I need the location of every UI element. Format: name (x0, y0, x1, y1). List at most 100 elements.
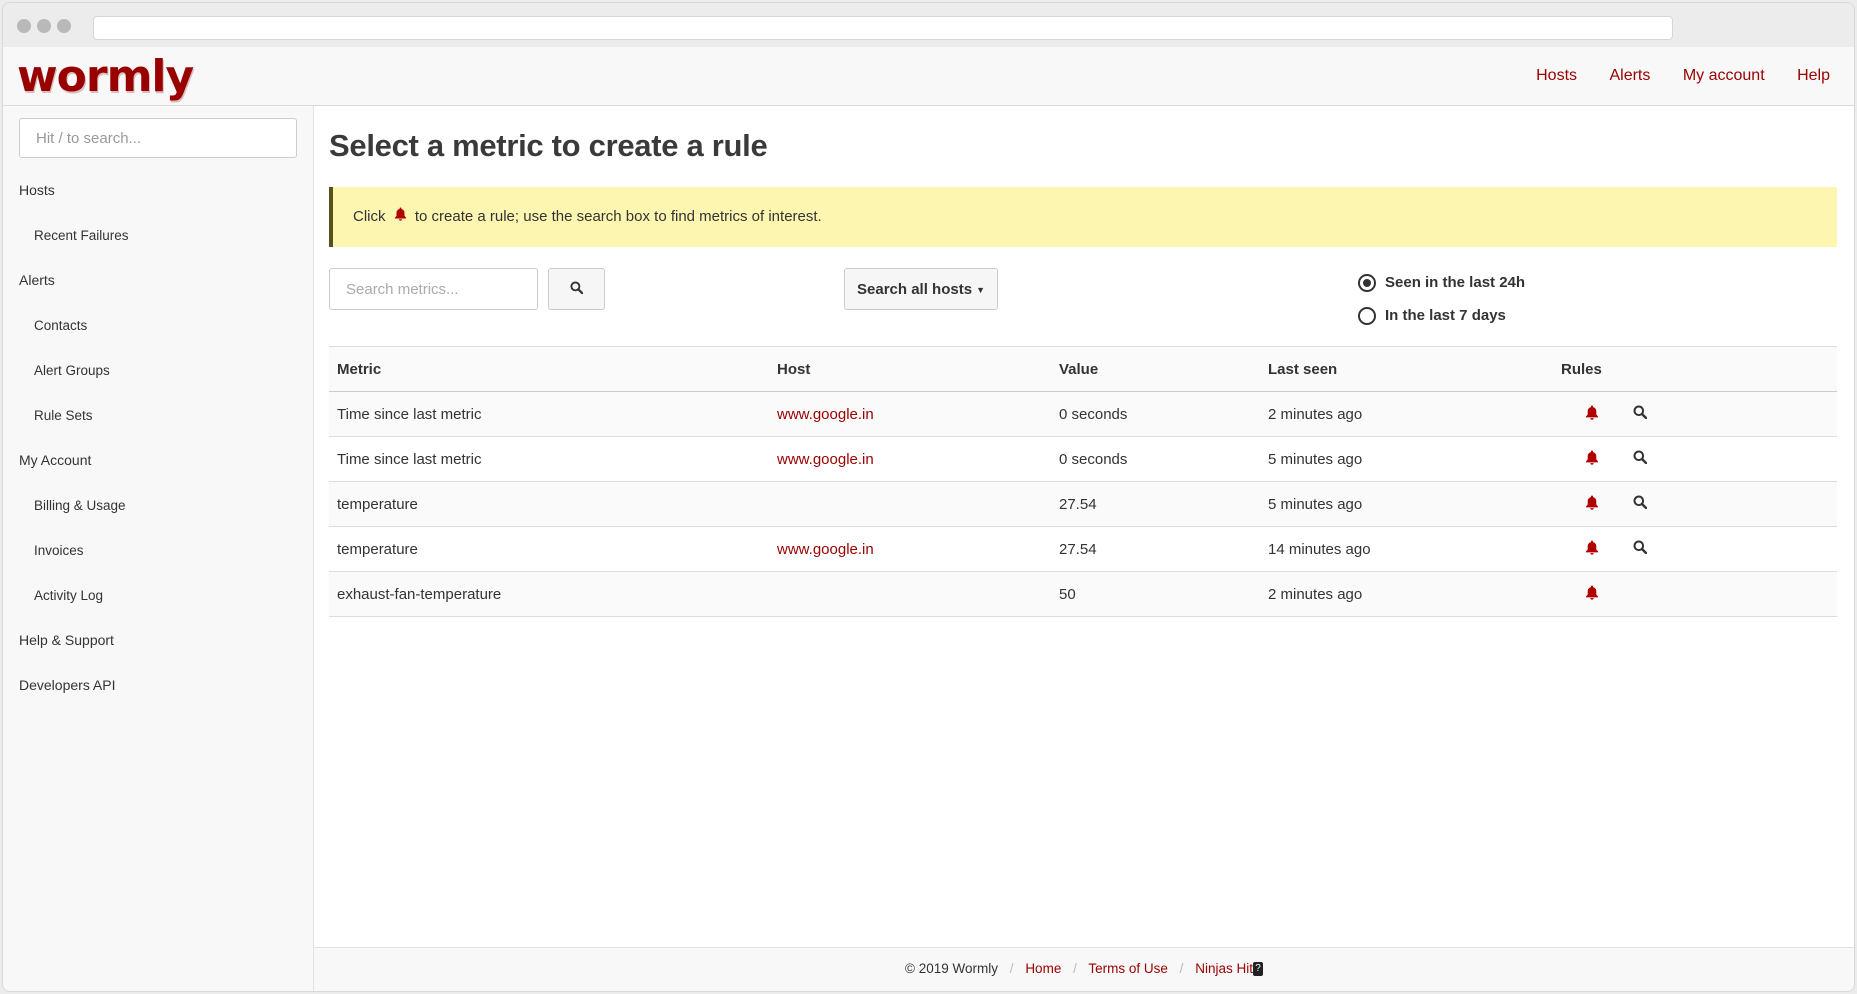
sidebar-item-rule-sets[interactable]: Rule Sets (3, 393, 313, 438)
col-last-seen-header: Last seen (1260, 346, 1553, 392)
host-link[interactable]: www.google.in (777, 406, 874, 423)
info-notice: Click to create a rule; use the search b… (329, 187, 1837, 247)
hosts-dropdown-label: Search all hosts (857, 280, 973, 298)
rules-cell (1553, 571, 1837, 617)
value-cell: 27.54 (1051, 481, 1260, 527)
radio-label: In the last 7 days (1385, 307, 1506, 324)
metric-search-input[interactable] (329, 268, 538, 310)
footer-home-link[interactable]: Home (1025, 961, 1061, 976)
value-cell: 50 (1051, 571, 1260, 617)
create-rule-bell-icon[interactable] (1585, 540, 1599, 559)
page-title: Select a metric to create a rule (329, 128, 768, 163)
wormly-logo[interactable]: wormly (17, 51, 194, 102)
create-rule-bell-icon[interactable] (1585, 450, 1599, 469)
sidebar-search-input[interactable] (19, 118, 297, 158)
table-header-row: Metric Host Value Last seen Rules (329, 346, 1837, 392)
host-cell: www.google.in (769, 391, 1051, 437)
footer-separator: / (1073, 961, 1077, 976)
footer-separator: / (1179, 961, 1184, 976)
search-all-hosts-dropdown[interactable]: Search all hosts ▼ (844, 268, 998, 310)
table-row: Time since last metric www.google.in 0 sec… (329, 391, 1837, 437)
rules-cell (1553, 436, 1837, 482)
footer-copyright: © 2019 Wormly (905, 961, 999, 976)
host-link[interactable]: www.google.in (777, 451, 874, 468)
browser-chrome (3, 3, 1854, 47)
host-cell: www.google.in (769, 526, 1051, 572)
radio-last-7-days[interactable]: In the last 7 days (1358, 299, 1525, 332)
host-cell (769, 481, 1051, 527)
nav-hosts-link[interactable]: Hosts (1536, 67, 1577, 84)
create-rule-bell-icon[interactable] (1585, 495, 1599, 514)
create-rule-bell-icon[interactable] (1585, 585, 1599, 604)
notice-text-after: to create a rule; use the search box to … (414, 208, 822, 225)
footer-ninjas-label: Ninjas Hit (1195, 961, 1253, 976)
sidebar-item-help-support[interactable]: Help & Support (3, 618, 313, 663)
bell-icon (394, 207, 411, 225)
sidebar-item-alerts[interactable]: Alerts (3, 258, 313, 303)
sidebar-item-hosts[interactable]: Hosts (3, 168, 313, 213)
metrics-table: Metric Host Value Last seen Rules Time s… (329, 346, 1837, 617)
col-host-header: Host (769, 346, 1051, 392)
footer-ninjas-link[interactable]: Ninjas Hit? (1195, 961, 1263, 977)
value-cell: 0 seconds (1051, 436, 1260, 482)
top-nav-links: Hosts Alerts My account Help (1508, 67, 1830, 85)
nav-alerts-link[interactable]: Alerts (1609, 67, 1650, 84)
col-rules-header: Rules (1553, 346, 1837, 392)
host-cell (769, 571, 1051, 617)
metric-name-cell: Time since last metric (329, 391, 769, 437)
metric-search-button[interactable] (548, 268, 605, 310)
table-row: exhaust-fan-temperature 50 2 minutes ago (329, 571, 1837, 617)
sidebar-item-billing-usage[interactable]: Billing & Usage (3, 483, 313, 528)
time-range-radios: Seen in the last 24h In the last 7 days (1358, 266, 1525, 332)
window-zoom-dot[interactable] (57, 19, 71, 33)
sidebar-item-my-account[interactable]: My Account (3, 438, 313, 483)
rules-cell (1553, 481, 1837, 527)
url-bar[interactable] (93, 16, 1673, 40)
last-seen-cell: 2 minutes ago (1260, 571, 1553, 617)
search-metric-icon[interactable] (1633, 450, 1648, 468)
last-seen-cell: 5 minutes ago (1260, 481, 1553, 527)
help-badge-icon: ? (1252, 962, 1263, 977)
search-metric-icon[interactable] (1633, 540, 1648, 558)
search-icon (570, 281, 584, 297)
last-seen-cell: 5 minutes ago (1260, 436, 1553, 482)
metric-name-cell: exhaust-fan-temperature (329, 571, 769, 617)
top-navbar: wormly Hosts Alerts My account Help (3, 47, 1854, 106)
radio-button-checked[interactable] (1358, 273, 1376, 292)
sidebar-item-alert-groups[interactable]: Alert Groups (3, 348, 313, 393)
radio-last-24h[interactable]: Seen in the last 24h (1358, 266, 1525, 299)
sidebar-item-activity-log[interactable]: Activity Log (3, 573, 313, 618)
nav-help-link[interactable]: Help (1797, 67, 1830, 84)
create-rule-bell-icon[interactable] (1585, 405, 1599, 424)
col-metric-header: Metric (329, 346, 769, 392)
table-row: temperature 27.54 5 minutes ago (329, 481, 1837, 527)
footer-terms-link[interactable]: Terms of Use (1088, 961, 1168, 976)
value-cell: 27.54 (1051, 526, 1260, 572)
window-close-dot[interactable] (17, 19, 31, 33)
last-seen-cell: 2 minutes ago (1260, 391, 1553, 437)
sidebar-item-recent-failures[interactable]: Recent Failures (3, 213, 313, 258)
last-seen-cell: 14 minutes ago (1260, 526, 1553, 572)
col-value-header: Value (1051, 346, 1260, 392)
notice-text-before: Click (353, 208, 386, 225)
window-minimize-dot[interactable] (37, 19, 51, 33)
host-cell: www.google.in (769, 436, 1051, 482)
table-row: Time since last metric www.google.in 0 sec… (329, 436, 1837, 482)
search-metric-icon[interactable] (1633, 405, 1648, 423)
host-link[interactable]: www.google.in (777, 541, 874, 558)
metric-name-cell: temperature (329, 481, 769, 527)
radio-button-unchecked[interactable] (1358, 306, 1376, 325)
radio-label: Seen in the last 24h (1385, 274, 1526, 291)
sidebar: HostsRecent FailuresAlertsContactsAlert … (3, 106, 314, 991)
rules-cell (1553, 391, 1837, 437)
sidebar-item-invoices[interactable]: Invoices (3, 528, 313, 573)
sidebar-item-developers-api[interactable]: Developers API (3, 663, 313, 708)
metric-name-cell: Time since last metric (329, 436, 769, 482)
search-metric-icon[interactable] (1633, 495, 1648, 513)
browser-window: wormly Hosts Alerts My account Help Host… (2, 2, 1855, 992)
nav-my-account-link[interactable]: My account (1683, 67, 1765, 84)
rules-cell (1553, 526, 1837, 572)
metric-name-cell: temperature (329, 526, 769, 572)
caret-down-icon: ▼ (976, 284, 985, 295)
sidebar-item-contacts[interactable]: Contacts (3, 303, 313, 348)
